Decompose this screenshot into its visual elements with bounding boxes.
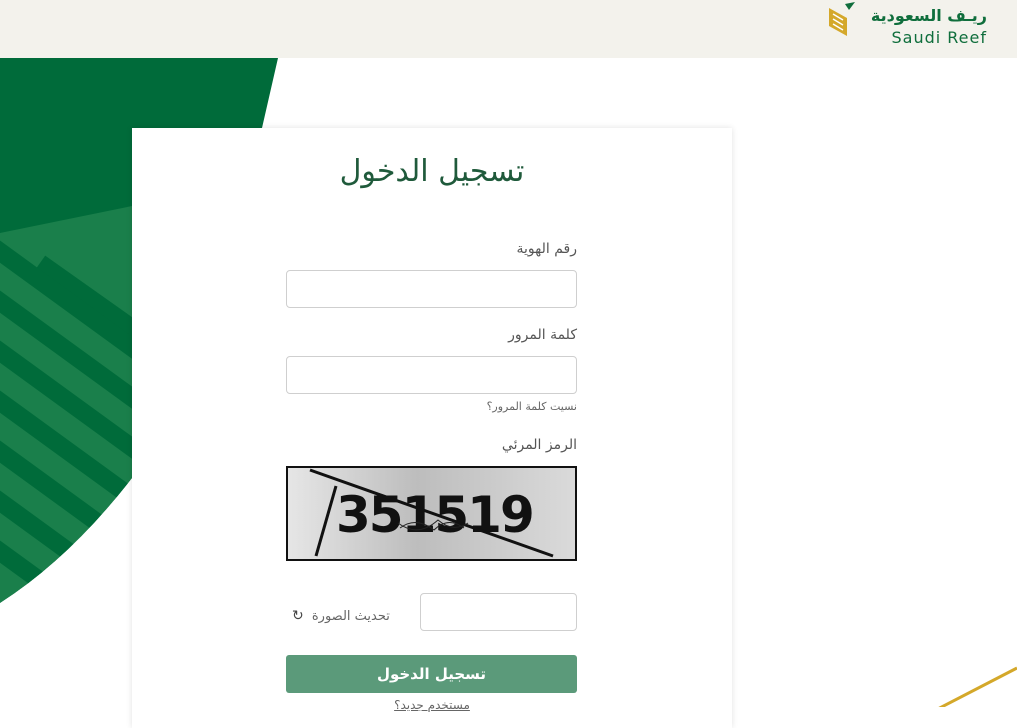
login-card: تسجيل الدخول رقم الهوية كلمة المرور نسيت…	[132, 128, 732, 728]
captcha-input[interactable]	[420, 593, 577, 631]
forgot-password-link[interactable]: نسيت كلمة المرور؟	[487, 400, 577, 413]
new-user-link[interactable]: مستخدم جديد؟	[132, 698, 732, 712]
login-button[interactable]: تسجيل الدخول	[286, 655, 577, 693]
id-number-input[interactable]	[286, 270, 577, 308]
saudi-reef-logo[interactable]: ريـف السعودية Saudi Reef	[827, 2, 987, 52]
refresh-label: تحديث الصورة	[311, 609, 390, 624]
id-number-label: رقم الهوية	[516, 241, 577, 257]
refresh-captcha-button[interactable]: تحديث الصورة ↻	[292, 608, 390, 624]
logo-leaf-icon	[829, 2, 855, 36]
logo-english-text: Saudi Reef	[891, 28, 987, 47]
captcha-label: الرمز المرئي	[501, 437, 577, 453]
captcha-image: 351519	[286, 466, 577, 561]
captcha-graphic: 351519	[309, 468, 554, 558]
refresh-icon: ↻	[292, 608, 304, 624]
top-header: ريـف السعودية Saudi Reef	[0, 0, 1017, 58]
page-title: تسجيل الدخول	[339, 154, 525, 189]
password-input[interactable]	[286, 356, 577, 394]
logo-arabic-text: ريـف السعودية	[870, 6, 987, 25]
password-label: كلمة المرور	[508, 327, 577, 343]
